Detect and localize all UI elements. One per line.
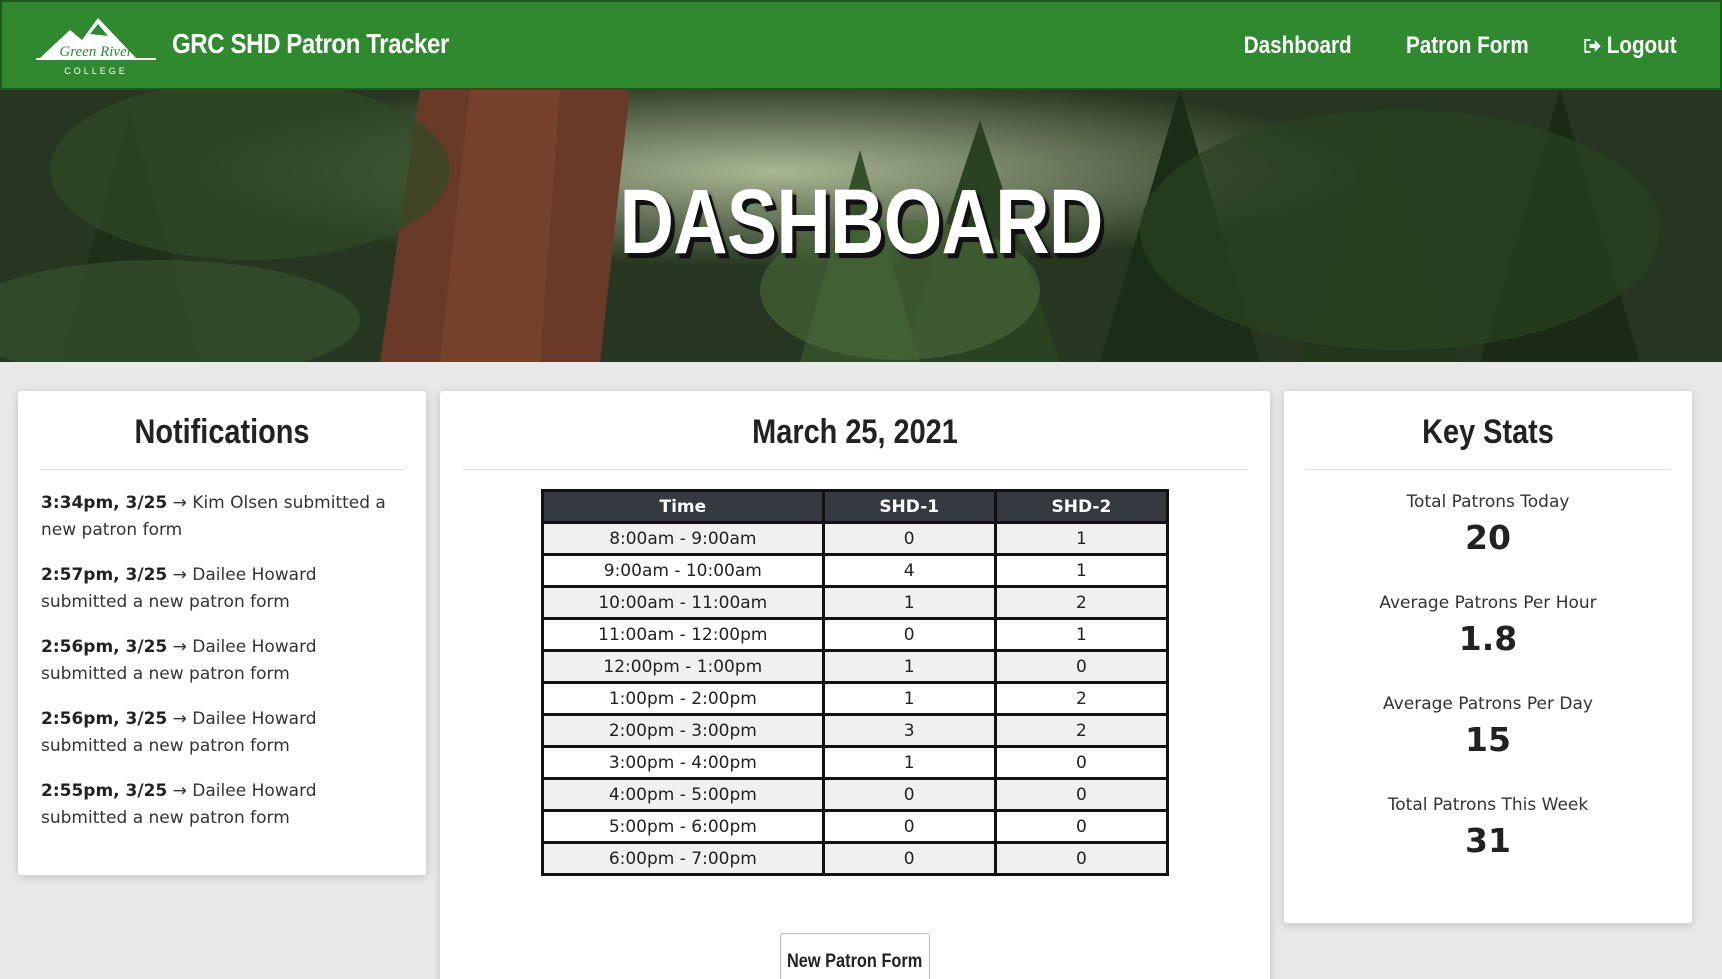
- notification-item: 2:57pm, 3/25 → Dailee Howard submitted a…: [41, 562, 403, 616]
- cell-shd1: 0: [821, 617, 997, 652]
- cell-time: 11:00am - 12:00pm: [541, 617, 825, 652]
- cell-shd2: 1: [993, 521, 1170, 556]
- cell-shd2: 2: [993, 681, 1170, 716]
- cell-shd2: 2: [993, 713, 1170, 748]
- cell-shd2: 2: [993, 585, 1170, 620]
- table-row: 8:00am - 9:00am 0 1: [541, 521, 1170, 556]
- stat-total-today: Total Patrons Today 20: [1284, 492, 1692, 557]
- table-row: 10:00am - 11:00am 1 2: [541, 585, 1170, 620]
- column-header-shd2: SHD-2: [993, 489, 1170, 524]
- column-header-time: Time: [541, 489, 825, 524]
- table-header-row: Time SHD-1 SHD-2: [541, 489, 1170, 524]
- cell-time: 2:00pm - 3:00pm: [541, 713, 825, 748]
- stat-value: 20: [1465, 518, 1511, 557]
- cell-shd1: 0: [821, 841, 997, 876]
- cell-shd1: 0: [821, 521, 997, 556]
- logout-link[interactable]: Logout: [1582, 32, 1676, 60]
- table-row: 9:00am - 10:00am 4 1: [541, 553, 1170, 588]
- notification-item: 2:56pm, 3/25 → Dailee Howard submitted a…: [41, 634, 403, 688]
- cell-time: 5:00pm - 6:00pm: [541, 809, 825, 844]
- patron-count-table: Time SHD-1 SHD-2 8:00am - 9:00am 0 1 9:00am…: [541, 489, 1170, 876]
- schedule-date-title: March 25, 2021: [752, 413, 958, 451]
- cell-shd1: 0: [821, 809, 997, 844]
- cell-shd1: 1: [821, 681, 997, 716]
- new-patron-form-button[interactable]: New Patron Form: [780, 933, 930, 979]
- key-stats-card: Key Stats Total Patrons Today 20 Average…: [1284, 391, 1692, 923]
- notification-time: 2:55pm, 3/25: [41, 781, 168, 801]
- stat-label: Total Patrons This Week: [1387, 795, 1589, 815]
- divider: [1306, 469, 1670, 470]
- notifications-title: Notifications: [134, 413, 310, 451]
- table-row: 2:00pm - 3:00pm 3 2: [541, 713, 1170, 748]
- cell-time: 1:00pm - 2:00pm: [541, 681, 825, 716]
- notification-item: 2:55pm, 3/25 → Dailee Howard submitted a…: [41, 778, 403, 832]
- notifications-list: 3:34pm, 3/25 → Kim Olsen submitted a new…: [18, 470, 426, 832]
- notification-time: 2:56pm, 3/25: [41, 637, 168, 657]
- cell-shd1: 0: [821, 777, 997, 812]
- svg-text:Green River: Green River: [59, 44, 132, 60]
- cell-time: 4:00pm - 5:00pm: [541, 777, 825, 812]
- stat-label: Total Patrons Today: [1406, 492, 1570, 512]
- table-row: 1:00pm - 2:00pm 1 2: [541, 681, 1170, 716]
- stat-value: 1.8: [1458, 619, 1518, 658]
- stat-avg-per-hour: Average Patrons Per Hour 1.8: [1284, 593, 1692, 658]
- stat-avg-per-day: Average Patrons Per Day 15: [1284, 694, 1692, 759]
- logout-label: Logout: [1606, 32, 1677, 59]
- nav-dashboard-link[interactable]: Dashboard: [1243, 32, 1351, 60]
- cell-shd2: 0: [993, 777, 1170, 812]
- logout-icon: [1584, 39, 1601, 53]
- table-row: 11:00am - 12:00pm 0 1: [541, 617, 1170, 652]
- svg-text:COLLEGE: COLLEGE: [64, 66, 128, 76]
- new-patron-form-label: New Patron Form: [787, 951, 923, 972]
- nav-links: Dashboard Patron Form Logout: [1235, 32, 1684, 60]
- cell-time: 6:00pm - 7:00pm: [541, 841, 825, 876]
- cell-time: 8:00am - 9:00am: [541, 521, 825, 556]
- stat-label: Average Patrons Per Day: [1383, 694, 1593, 714]
- patron-table-wrapper: Time SHD-1 SHD-2 8:00am - 9:00am 0 1 9:00am…: [541, 489, 1170, 876]
- cell-shd2: 0: [993, 745, 1170, 780]
- notifications-card: Notifications 3:34pm, 3/25 → Kim Olsen s…: [18, 391, 426, 875]
- cell-shd2: 0: [993, 841, 1170, 876]
- notification-time: 2:56pm, 3/25: [41, 709, 168, 729]
- app-title[interactable]: GRC SHD Patron Tracker: [172, 28, 449, 60]
- table-row: 3:00pm - 4:00pm 1 0: [541, 745, 1170, 780]
- cell-shd1: 1: [821, 649, 997, 684]
- nav-patron-form-link[interactable]: Patron Form: [1406, 32, 1529, 60]
- divider: [462, 469, 1248, 470]
- cell-time: 12:00pm - 1:00pm: [541, 649, 825, 684]
- table-row: 4:00pm - 5:00pm 0 0: [541, 777, 1170, 812]
- hero-title: DASHBOARD: [619, 171, 1104, 273]
- cell-shd1: 1: [821, 745, 997, 780]
- stat-value: 31: [1465, 821, 1511, 860]
- notification-item: 3:34pm, 3/25 → Kim Olsen submitted a new…: [41, 490, 403, 544]
- navbar: Green River COLLEGE GRC SHD Patron Track…: [0, 0, 1722, 90]
- cell-shd2: 1: [993, 553, 1170, 588]
- stat-label: Average Patrons Per Hour: [1379, 593, 1597, 613]
- table-row: 12:00pm - 1:00pm 1 0: [541, 649, 1170, 684]
- table-row: 6:00pm - 7:00pm 0 0: [541, 841, 1170, 876]
- cell-shd1: 1: [821, 585, 997, 620]
- cell-time: 3:00pm - 4:00pm: [541, 745, 825, 780]
- table-row: 5:00pm - 6:00pm 0 0: [541, 809, 1170, 844]
- cell-shd2: 0: [993, 809, 1170, 844]
- cell-shd2: 1: [993, 617, 1170, 652]
- key-stats-title: Key Stats: [1422, 413, 1554, 451]
- notification-time: 3:34pm, 3/25: [41, 493, 168, 513]
- cell-shd1: 4: [821, 553, 997, 588]
- green-river-college-logo[interactable]: Green River COLLEGE: [36, 14, 156, 80]
- column-header-shd1: SHD-1: [821, 489, 997, 524]
- cell-shd1: 3: [821, 713, 997, 748]
- cell-time: 9:00am - 10:00am: [541, 553, 825, 588]
- notification-time: 2:57pm, 3/25: [41, 565, 168, 585]
- stat-value: 15: [1465, 720, 1511, 759]
- cell-time: 10:00am - 11:00am: [541, 585, 825, 620]
- schedule-card: March 25, 2021 Time SHD-1 SHD-2 8:00am -…: [440, 391, 1270, 979]
- hero-banner: DASHBOARD: [0, 90, 1722, 362]
- notification-item: 2:56pm, 3/25 → Dailee Howard submitted a…: [41, 706, 403, 760]
- stat-total-week: Total Patrons This Week 31: [1284, 795, 1692, 860]
- cell-shd2: 0: [993, 649, 1170, 684]
